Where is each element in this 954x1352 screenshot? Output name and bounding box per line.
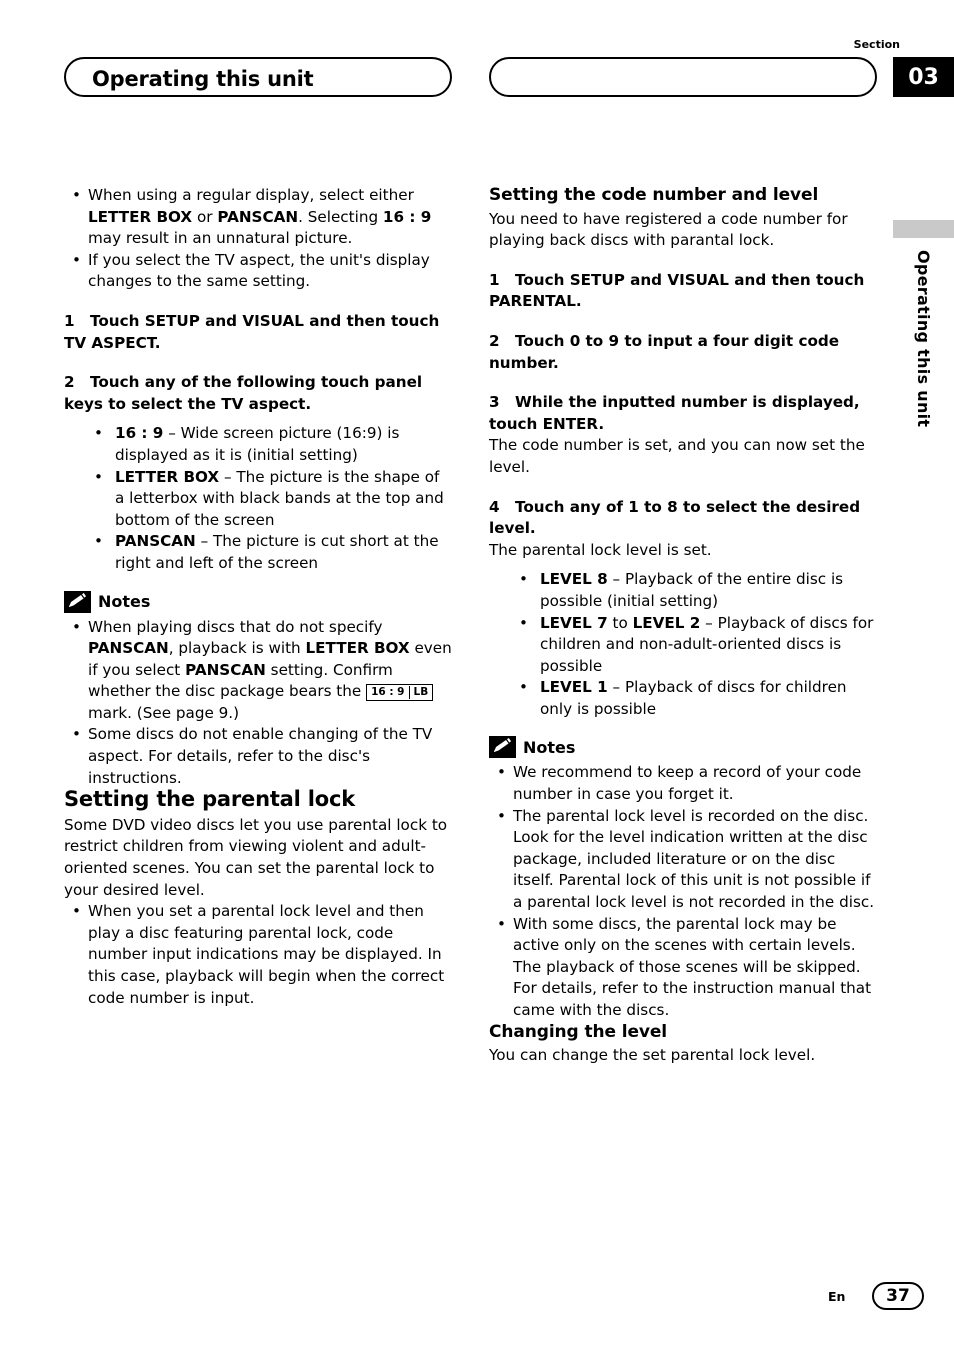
- notes-header-right: Notes: [489, 736, 877, 759]
- step-1: 1 Touch SETUP and VISUAL and then touch P…: [489, 270, 877, 313]
- step-2-number: 2: [64, 373, 75, 392]
- list-item: PANSCAN – The picture is cut short at th…: [88, 531, 452, 574]
- list-item: If you select the TV aspect, the unit's …: [64, 250, 452, 293]
- page-header-blank-box: [489, 57, 877, 97]
- option-term: PANSCAN: [115, 532, 196, 551]
- step-1: 1 Touch SETUP and VISUAL and then touch T…: [64, 311, 452, 354]
- step-3-body: The code number is set, and you can now …: [489, 436, 865, 476]
- side-tab-marker: [893, 220, 954, 238]
- option-term: LEVEL 7: [540, 613, 608, 632]
- side-tab-label: Operating this unit: [914, 250, 933, 428]
- code-number-body: You need to have registered a code numbe…: [489, 209, 848, 250]
- list-item: 16 : 9 – Wide screen picture (16:9) is d…: [88, 423, 452, 466]
- list-item: LEVEL 7 to LEVEL 2 – Playback of discs f…: [513, 613, 877, 678]
- list-item: When playing discs that do not specify P…: [64, 617, 452, 725]
- list-item: When using a regular display, select eit…: [64, 185, 452, 250]
- parental-lock-bullet-list: When you set a parental lock level and t…: [64, 901, 452, 1009]
- option-term: LEVEL 1: [540, 678, 608, 697]
- step-2: 2 Touch any of the following touch panel …: [64, 372, 452, 415]
- list-item: When you set a parental lock level and t…: [64, 901, 452, 1009]
- step-1-number: 1: [489, 270, 500, 289]
- list-item: LETTER BOX – The picture is the shape of…: [88, 467, 452, 532]
- left-column: When using a regular display, select eit…: [64, 185, 452, 1009]
- section-label: Section: [853, 38, 900, 51]
- notes-list-left: When playing discs that do not specify P…: [64, 617, 452, 790]
- parental-lock-heading: Setting the parental lock: [64, 787, 355, 812]
- option-term: 16 : 9: [115, 424, 164, 443]
- pencil-icon: [489, 736, 516, 759]
- list-item: LEVEL 1 – Playback of discs for children…: [513, 677, 877, 720]
- step-1-text: Touch SETUP and VISUAL and then touch TV…: [64, 311, 440, 352]
- step-3: 3 While the inputted number is displayed,…: [489, 392, 877, 435]
- list-item: We recommend to keep a record of your co…: [489, 762, 877, 805]
- step-3-number: 3: [489, 393, 500, 412]
- list-item: With some discs, the parental lock may b…: [489, 914, 877, 1022]
- parental-lock-body: Some DVD video discs let you use parenta…: [64, 815, 448, 899]
- notes-label: Notes: [523, 737, 576, 757]
- step-4: 4 Touch any of 1 to 8 to select the desir…: [489, 497, 877, 540]
- notes-list-right: We recommend to keep a record of your co…: [489, 762, 877, 1021]
- page-title: Operating this unit: [92, 67, 314, 91]
- step-4-number: 4: [489, 497, 500, 516]
- option-term: LETTER BOX: [115, 467, 220, 486]
- step-3-text: While the inputted number is displayed, …: [489, 393, 860, 433]
- tv-aspect-option-list: 16 : 9 – Wide screen picture (16:9) is d…: [64, 423, 452, 574]
- step-2-number: 2: [489, 331, 500, 350]
- step-4-text: Touch any of 1 to 8 to select the desire…: [489, 497, 861, 538]
- notes-header-left: Notes: [64, 590, 452, 613]
- page-header-title-box: Operating this unit: [64, 57, 452, 97]
- mark-16-9-text: 16 : 9: [367, 686, 410, 700]
- step-1-text: Touch SETUP and VISUAL and then touch PA…: [489, 270, 865, 311]
- list-item: Some discs do not enable changing of the…: [64, 724, 452, 789]
- letterbox-mark-icon: 16 : 9 LB: [366, 684, 434, 702]
- option-term: LEVEL 8: [540, 570, 608, 589]
- changing-level-body: You can change the set parental lock lev…: [489, 1046, 816, 1065]
- code-number-heading: Setting the code number and level: [489, 185, 819, 205]
- list-item: LEVEL 8 – Playback of the entire disc is…: [513, 569, 877, 612]
- notes-label: Notes: [98, 591, 151, 611]
- step-1-number: 1: [64, 311, 75, 330]
- page: Operating this unit Section 03 Operating…: [0, 0, 954, 1352]
- changing-level-heading: Changing the level: [489, 1021, 668, 1042]
- intro-bullet-list: When using a regular display, select eit…: [64, 185, 452, 293]
- section-number-tab: 03: [893, 57, 954, 97]
- step-2-text: Touch any of the following touch panel k…: [64, 373, 423, 413]
- right-column: Setting the code number and level You ne…: [489, 185, 877, 1067]
- step-2: 2 Touch 0 to 9 to input a four digit code…: [489, 331, 877, 374]
- option-term-2: LEVEL 2: [632, 613, 701, 632]
- page-number: 37: [872, 1282, 924, 1310]
- list-item: The parental lock level is recorded on t…: [489, 806, 877, 914]
- pencil-icon: [64, 590, 91, 613]
- mark-lb-text: LB: [413, 686, 429, 699]
- level-option-list: LEVEL 8 – Playback of the entire disc is…: [489, 569, 877, 720]
- step-2-text: Touch 0 to 9 to input a four digit code …: [489, 331, 840, 372]
- step-4-body: The parental lock level is set.: [489, 540, 712, 559]
- footer-language: En: [828, 1289, 846, 1304]
- option-joiner: to: [612, 613, 628, 632]
